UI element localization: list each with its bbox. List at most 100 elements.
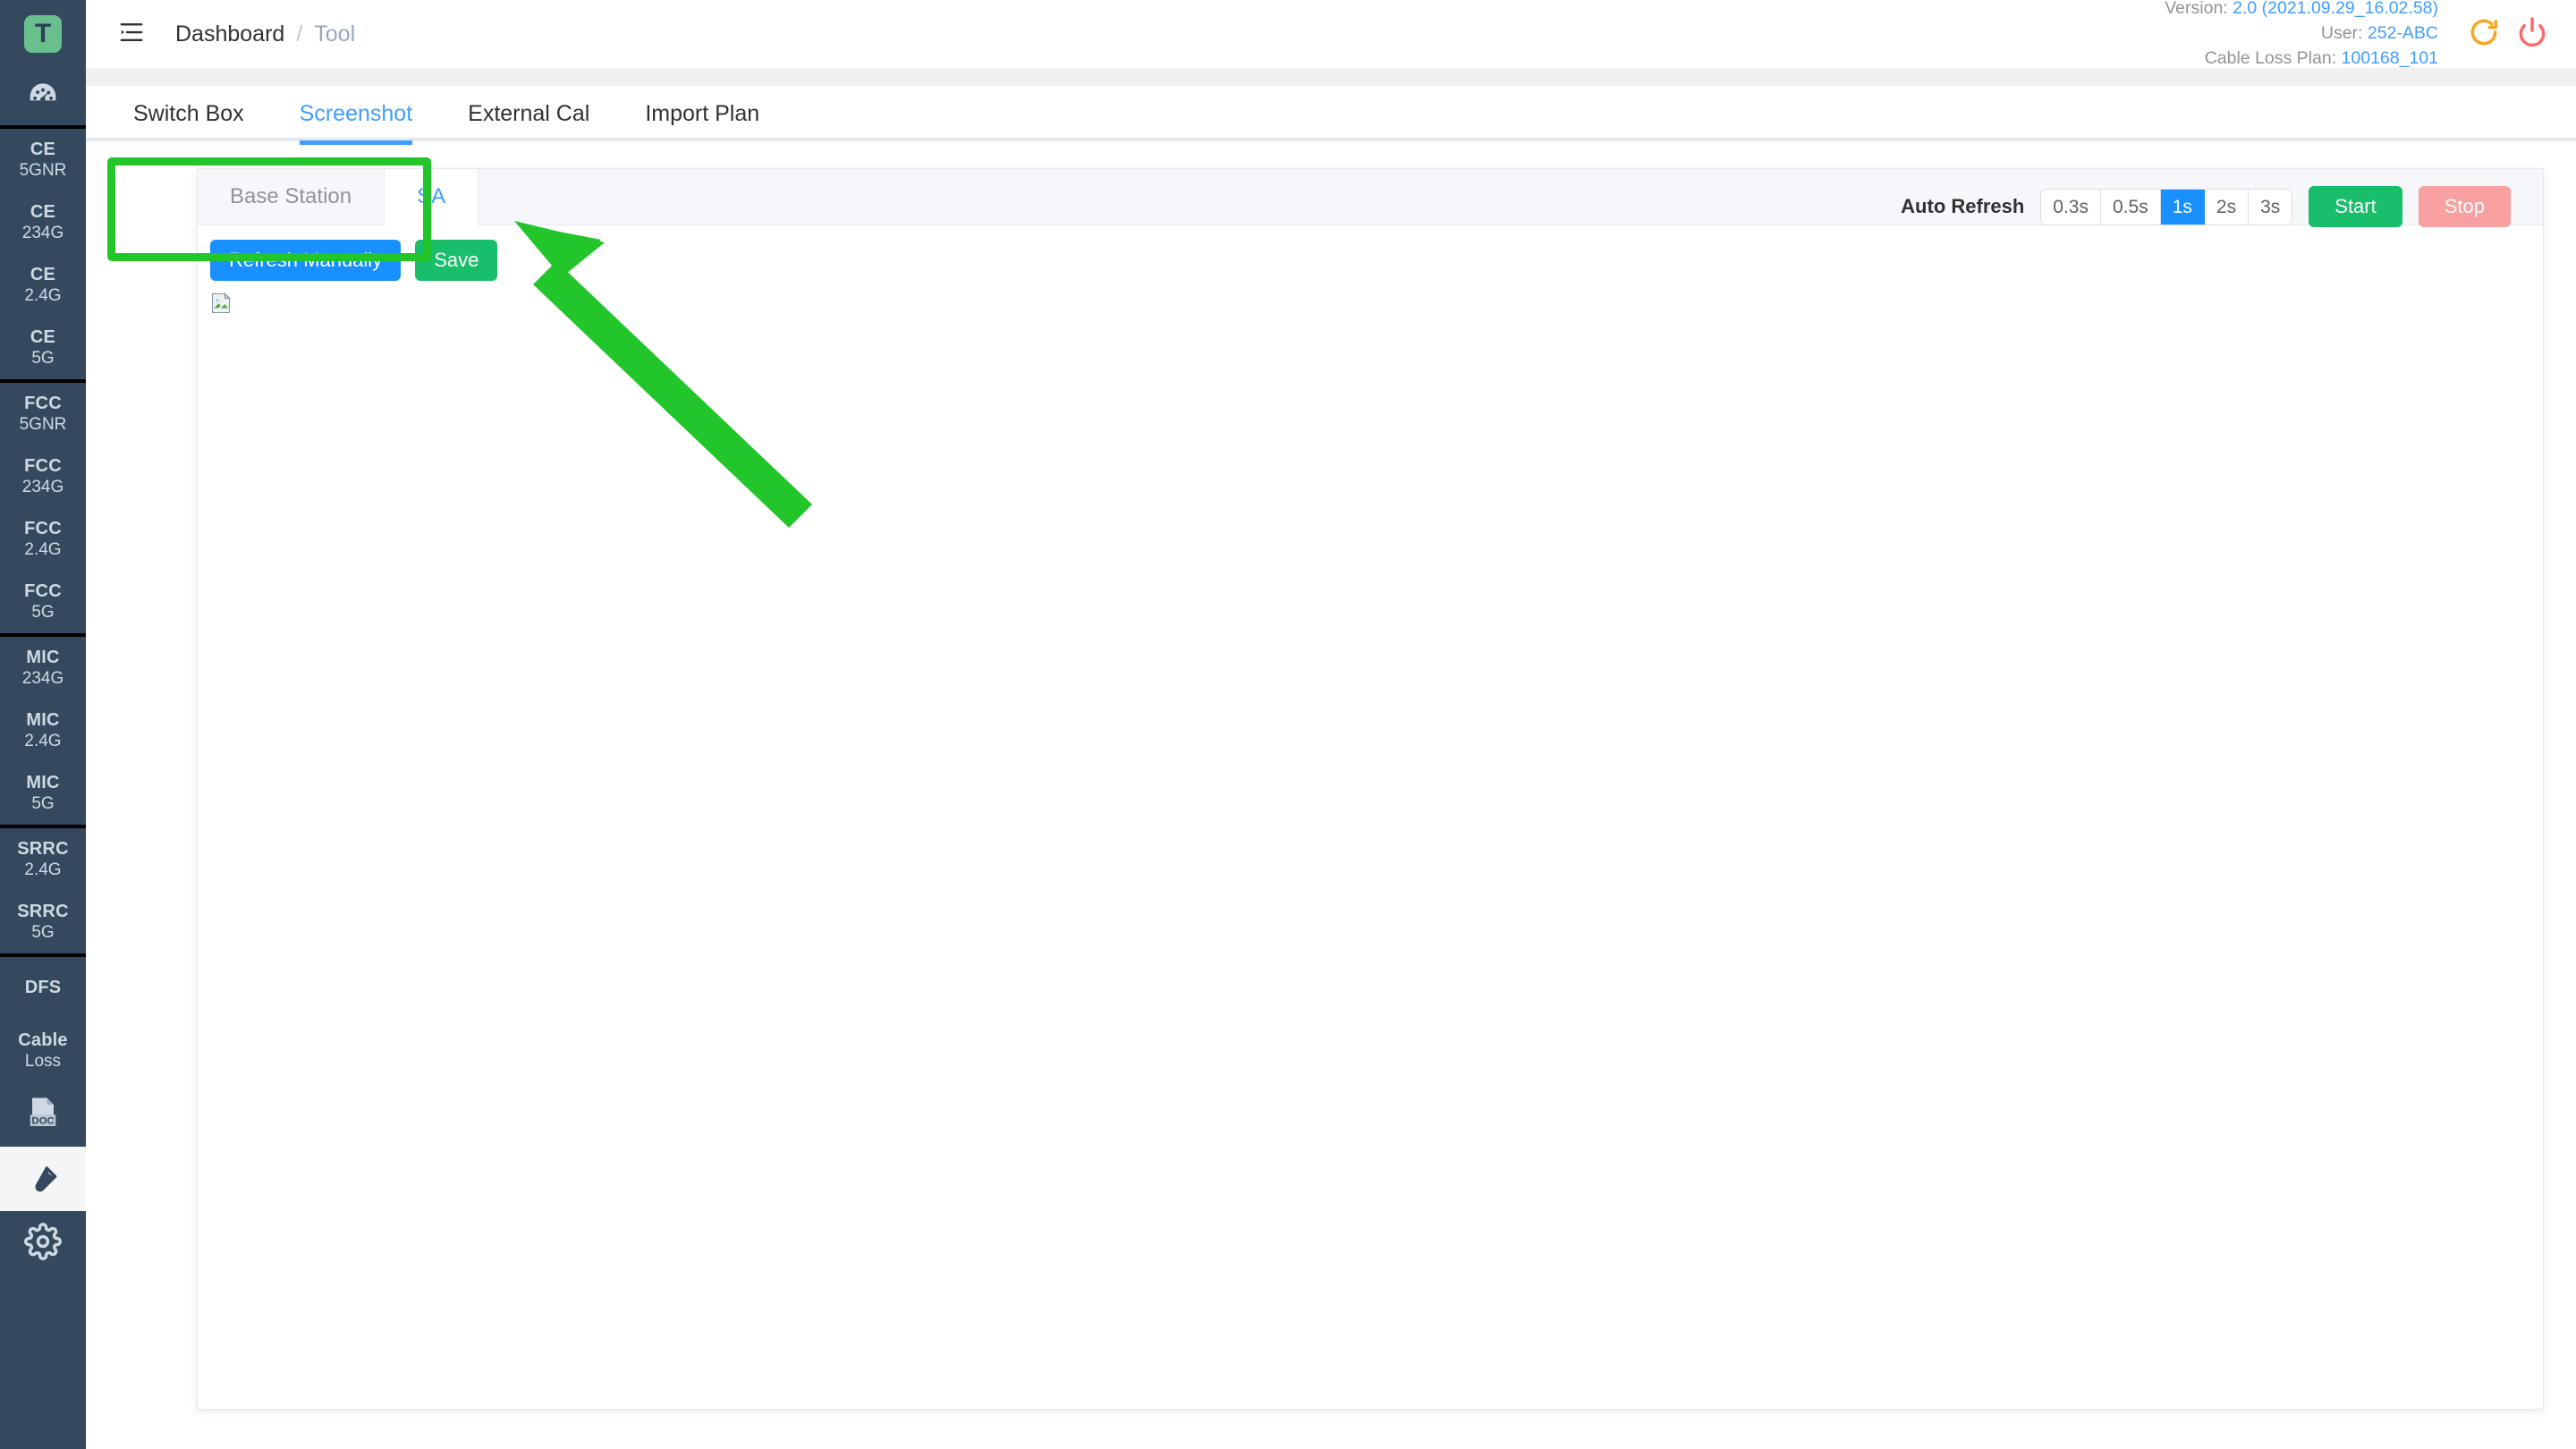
sidebar-item-srrc-24g[interactable]: SRRC 2.4G	[0, 828, 86, 891]
version-row: Version: 2.0 (2021.09.29_16.02.58)	[2165, 0, 2438, 21]
start-button[interactable]: Start	[2309, 186, 2402, 228]
interval-option-0.3s[interactable]: 0.3s	[2041, 189, 2101, 225]
sidebar-item-doc[interactable]: DOC	[0, 1082, 86, 1147]
interval-option-3s[interactable]: 3s	[2249, 189, 2292, 225]
sidebar-item-ce-5g[interactable]: CE 5G	[0, 317, 86, 379]
app-logo[interactable]: T	[0, 0, 86, 68]
breadcrumb: Dashboard / Tool	[175, 21, 355, 47]
sidebar-item-dfs[interactable]: DFS	[0, 957, 86, 1020]
screenshot-panel: Base Station SA Refresh Manually Save Au…	[197, 168, 2544, 1410]
cable-loss-plan-row: Cable Loss Plan: 100168_101	[2165, 47, 2438, 72]
sidebar-item-label-line2: 5GNR	[19, 414, 67, 434]
tab-external-cal[interactable]: External Cal	[440, 101, 617, 141]
sidebar-item-label-line2: Loss	[24, 1051, 62, 1071]
tab-import-plan[interactable]: Import Plan	[617, 101, 787, 141]
sidebar-item-label-line1: FCC	[24, 519, 62, 538]
main-tab-bar: Switch Box Screenshot External Cal Impor…	[86, 86, 2576, 145]
cable-loss-plan-label: Cable Loss Plan:	[2204, 47, 2337, 68]
sidebar-item-label-line1: FCC	[24, 394, 62, 413]
interval-option-2s[interactable]: 2s	[2204, 189, 2250, 225]
interval-option-0.5s[interactable]: 0.5s	[2101, 189, 2161, 225]
sidebar-item-label-line1: FCC	[24, 581, 62, 601]
sidebar-item-dashboard[interactable]	[0, 68, 86, 125]
sidebar-item-srrc-5g[interactable]: SRRC 5G	[0, 891, 86, 953]
broken-image-icon	[210, 292, 233, 318]
refresh-interval-group: 0.3s 0.5s 1s 2s 3s	[2040, 188, 2293, 225]
sidebar-item-label-line1: MIC	[26, 773, 60, 792]
breadcrumb-separator: /	[296, 21, 303, 47]
sidebar-item-settings[interactable]	[0, 1211, 86, 1275]
sidebar-item-label-line1: MIC	[26, 648, 60, 667]
sidebar-item-label-line1: Cable	[18, 1030, 68, 1050]
sidebar-item-ce-234g[interactable]: CE 234G	[0, 191, 86, 254]
menu-collapse-icon	[118, 19, 145, 50]
interval-option-1s[interactable]: 1s	[2160, 189, 2205, 225]
auto-refresh-controls: Auto Refresh 0.3s 0.5s 1s 2s 3s Start St…	[1901, 186, 2511, 228]
refresh-icon	[2467, 15, 2501, 54]
stop-button[interactable]: Stop	[2418, 186, 2511, 228]
sidebar-item-label-line2: 2.4G	[24, 285, 62, 305]
gear-icon	[24, 1222, 62, 1265]
sidebar-item-label-line1: CE	[30, 265, 56, 284]
header-right: Version: 2.0 (2021.09.29_16.02.58) User:…	[2165, 0, 2576, 68]
sidebar-item-label-line1: CE	[30, 140, 56, 159]
sidebar-item-label-line2: 2.4G	[24, 731, 62, 750]
sidebar-item-label-line2: 5G	[31, 793, 55, 813]
wrench-icon	[25, 1159, 61, 1199]
sidebar-item-label-line1: SRRC	[17, 839, 69, 859]
refresh-manually-button[interactable]: Refresh Manually	[210, 240, 402, 282]
main-area: Dashboard / Tool Version: 2.0 (2021.09.2…	[86, 0, 2576, 1449]
sidebar-item-label-line1: FCC	[24, 456, 62, 476]
breadcrumb-root[interactable]: Dashboard	[175, 21, 284, 47]
user-value: 252-ABC	[2367, 23, 2438, 44]
sidebar-item-label-line2: 234G	[21, 668, 64, 688]
sidebar-item-label-line2: 2.4G	[24, 539, 62, 559]
reload-button[interactable]	[2460, 10, 2508, 58]
screenshot-preview	[210, 292, 233, 315]
sidebar-item-mic-5g[interactable]: MIC 5G	[0, 762, 86, 825]
sidebar-item-ce-24g[interactable]: CE 2.4G	[0, 254, 86, 317]
action-button-row: Refresh Manually Save	[198, 225, 2543, 282]
sidebar-collapse-button[interactable]	[116, 19, 147, 49]
sidebar-item-ce-5gnr[interactable]: CE 5GNR	[0, 129, 86, 191]
sidebar-item-mic-24g[interactable]: MIC 2.4G	[0, 699, 86, 762]
sidebar-item-tool[interactable]	[0, 1147, 86, 1211]
sidebar-item-fcc-5gnr[interactable]: FCC 5GNR	[0, 383, 86, 445]
sidebar-item-label-line2: 5G	[31, 922, 55, 942]
sidebar-item-label-line2: 5G	[31, 602, 55, 622]
sidebar-item-fcc-24g[interactable]: FCC 2.4G	[0, 508, 86, 571]
sidebar-item-cable-loss[interactable]: Cable Loss	[0, 1020, 86, 1082]
user-row: User: 252-ABC	[2165, 21, 2438, 47]
svg-text:DOC: DOC	[31, 1115, 54, 1126]
version-value: 2.0 (2021.09.29_16.02.58)	[2233, 0, 2438, 19]
tab-switch-box[interactable]: Switch Box	[106, 101, 272, 141]
sidebar-item-label-line1: MIC	[26, 710, 60, 730]
save-button[interactable]: Save	[415, 240, 498, 282]
sidebar-item-fcc-5g[interactable]: FCC 5G	[0, 571, 86, 633]
tab-screenshot[interactable]: Screenshot	[272, 101, 440, 145]
power-button[interactable]	[2508, 10, 2556, 58]
sidebar-item-fcc-234g[interactable]: FCC 234G	[0, 445, 86, 508]
sidebar-item-label-line2: 5GNR	[19, 160, 67, 180]
app-root: T CE 5GNR CE 234G CE 2.4G CE 5G FCC 5GNR…	[0, 0, 2576, 1449]
sidebar-item-mic-234g[interactable]: MIC 234G	[0, 637, 86, 699]
sidebar-item-label-line1: CE	[30, 202, 56, 222]
sub-tab-sa[interactable]: SA	[385, 169, 479, 225]
sidebar-item-label-line1: CE	[30, 327, 56, 347]
sidebar-item-label-line1: SRRC	[17, 902, 69, 921]
page-content: Switch Box Screenshot External Cal Impor…	[86, 86, 2576, 1449]
sidebar-item-label-line2: 5G	[31, 348, 55, 368]
sidebar-item-label-line1: DFS	[24, 978, 62, 998]
logo-letter: T	[24, 15, 62, 53]
version-label: Version:	[2165, 0, 2228, 19]
auto-refresh-label: Auto Refresh	[1901, 195, 2025, 218]
sidebar-item-label-line2: 234G	[21, 477, 64, 496]
sub-tab-base-station[interactable]: Base Station	[198, 169, 386, 225]
breadcrumb-current: Tool	[314, 21, 356, 47]
sidebar-item-label-line2: 2.4G	[24, 860, 62, 879]
top-header: Dashboard / Tool Version: 2.0 (2021.09.2…	[86, 0, 2576, 68]
power-icon	[2515, 15, 2549, 54]
user-label: User:	[2320, 23, 2363, 44]
cable-loss-plan-value: 100168_101	[2341, 47, 2438, 68]
sidebar-item-label-line2: 234G	[21, 223, 64, 242]
